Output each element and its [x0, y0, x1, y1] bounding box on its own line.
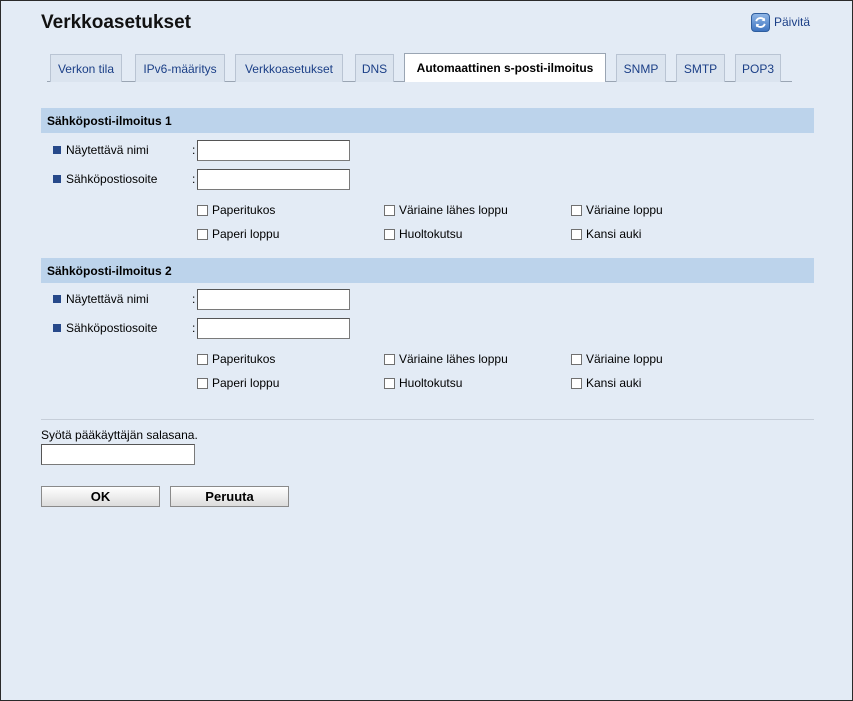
checkbox-toner-almost-empty-2[interactable]: Väriaine lähes loppu: [384, 351, 508, 367]
tab-bar: Verkon tila IPv6-määritys Verkkoasetukse…: [47, 53, 792, 82]
checkbox-box[interactable]: [384, 353, 395, 365]
tab-network-status[interactable]: Verkon tila: [50, 54, 122, 82]
tab-auto-email-notification[interactable]: Automaattinen s-posti-ilmoitus: [404, 53, 606, 82]
checkbox-toner-almost-empty-1[interactable]: Väriaine lähes loppu: [384, 202, 508, 218]
checkbox-box[interactable]: [384, 228, 395, 240]
display-name-label: Näytettävä nimi: [66, 292, 149, 306]
checkbox-box[interactable]: [571, 204, 582, 216]
checkbox-box[interactable]: [197, 353, 208, 365]
checkbox-box[interactable]: [197, 377, 208, 389]
refresh-button[interactable]: Päivitä: [751, 12, 810, 32]
square-bullet-icon: [53, 146, 61, 154]
checkbox-box[interactable]: [197, 204, 208, 216]
checkbox-paper-out-1[interactable]: Paperi loppu: [197, 226, 279, 242]
square-bullet-icon: [53, 324, 61, 332]
checkbox-label: Paperitukos: [212, 203, 276, 217]
checkbox-label: Huoltokutsu: [399, 376, 463, 390]
checkbox-box[interactable]: [197, 228, 208, 240]
checkbox-label: Kansi auki: [586, 227, 642, 241]
checkbox-label: Paperi loppu: [212, 227, 280, 241]
checkbox-label: Väriaine loppu: [586, 203, 663, 217]
checkbox-toner-empty-2[interactable]: Väriaine loppu: [571, 351, 663, 367]
checkbox-cover-open-2[interactable]: Kansi auki: [571, 375, 641, 391]
checkbox-label: Paperi loppu: [212, 376, 280, 390]
app-window: Verkkoasetukset Päivitä Verkon tila IPv6…: [0, 0, 853, 701]
checkbox-paper-jam-2[interactable]: Paperitukos: [197, 351, 275, 367]
checkbox-service-call-1[interactable]: Huoltokutsu: [384, 226, 462, 242]
admin-password-label: Syötä pääkäyttäjän salasana.: [41, 428, 198, 442]
checkbox-box[interactable]: [571, 353, 582, 365]
ok-button[interactable]: OK: [41, 486, 160, 507]
checkbox-service-call-2[interactable]: Huoltokutsu: [384, 375, 462, 391]
display-name-label: Näytettävä nimi: [66, 143, 149, 157]
display-name-input-2[interactable]: [197, 288, 350, 310]
divider: [41, 419, 814, 420]
tab-pop3[interactable]: POP3: [735, 54, 781, 82]
section-header-1: Sähköposti-ilmoitus 1: [41, 108, 814, 133]
display-name-row-1: Näytettävä nimi :: [53, 139, 350, 161]
email-input-2[interactable]: [197, 317, 350, 339]
checkbox-toner-empty-1[interactable]: Väriaine loppu: [571, 202, 663, 218]
checkbox-label: Väriaine lähes loppu: [399, 203, 508, 217]
email-row-2: Sähköpostiosoite :: [53, 317, 350, 339]
square-bullet-icon: [53, 295, 61, 303]
tab-smtp[interactable]: SMTP: [676, 54, 725, 82]
page-title: Verkkoasetukset: [41, 12, 191, 33]
checkbox-box[interactable]: [384, 204, 395, 216]
email-input-1[interactable]: [197, 168, 350, 190]
checkbox-box[interactable]: [384, 377, 395, 389]
refresh-icon: [751, 12, 770, 32]
tab-dns[interactable]: DNS: [355, 54, 394, 82]
refresh-label: Päivitä: [774, 15, 811, 29]
section-header-2: Sähköposti-ilmoitus 2: [41, 258, 814, 283]
tab-snmp[interactable]: SNMP: [616, 54, 666, 82]
checkbox-label: Kansi auki: [586, 376, 642, 390]
checkbox-paper-jam-1[interactable]: Paperitukos: [197, 202, 275, 218]
checkbox-label: Väriaine loppu: [586, 352, 663, 366]
tab-ipv6-config[interactable]: IPv6-määritys: [135, 54, 225, 82]
checkbox-box[interactable]: [571, 228, 582, 240]
checkbox-cover-open-1[interactable]: Kansi auki: [571, 226, 641, 242]
display-name-row-2: Näytettävä nimi :: [53, 288, 350, 310]
email-label: Sähköpostiosoite: [66, 172, 158, 186]
checkbox-box[interactable]: [571, 377, 582, 389]
email-row-1: Sähköpostiosoite :: [53, 168, 350, 190]
display-name-input-1[interactable]: [197, 139, 350, 161]
email-label: Sähköpostiosoite: [66, 321, 158, 335]
square-bullet-icon: [53, 175, 61, 183]
cancel-button[interactable]: Peruuta: [170, 486, 289, 507]
checkbox-paper-out-2[interactable]: Paperi loppu: [197, 375, 279, 391]
tab-network-settings[interactable]: Verkkoasetukset: [235, 54, 343, 82]
admin-password-input[interactable]: [41, 444, 195, 465]
checkbox-label: Huoltokutsu: [399, 227, 463, 241]
checkbox-label: Paperitukos: [212, 352, 276, 366]
checkbox-label: Väriaine lähes loppu: [399, 352, 508, 366]
